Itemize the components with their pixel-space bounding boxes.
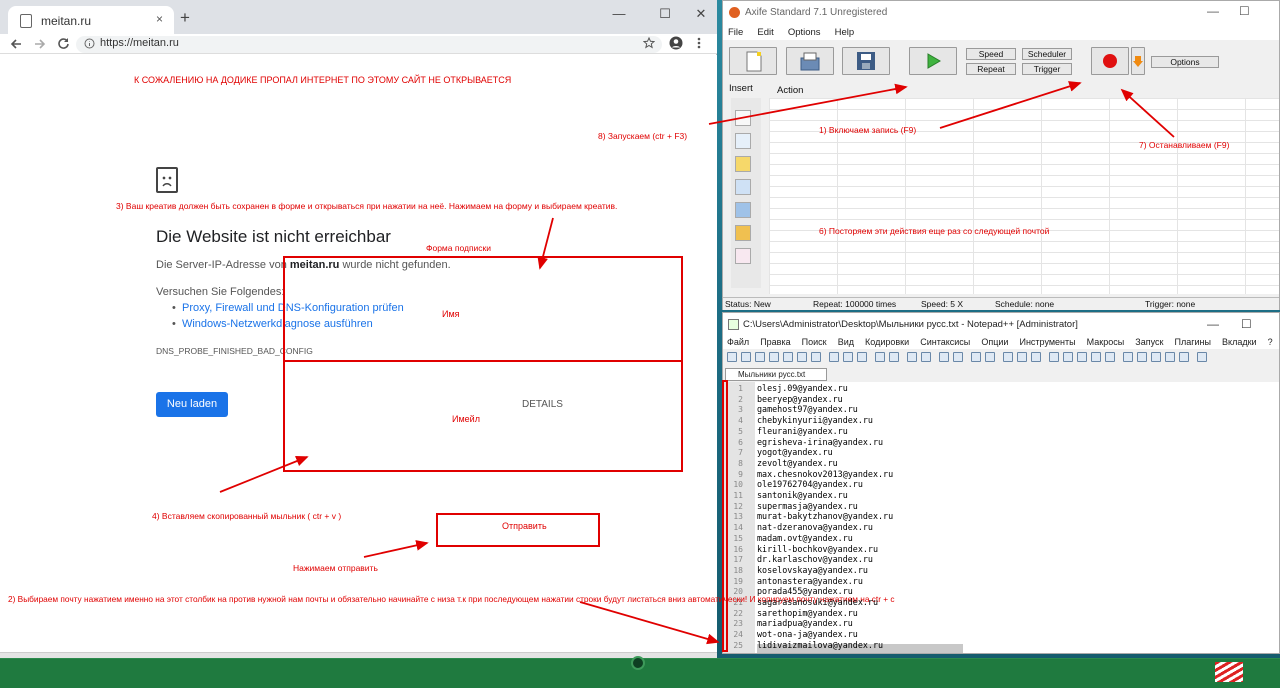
email-line[interactable]: koselovskaya@yandex.ru	[757, 565, 868, 575]
email-line[interactable]: madam.ovt@yandex.ru	[757, 533, 853, 543]
email-line[interactable]: egrisheva-irina@yandex.ru	[757, 437, 883, 447]
email-line[interactable]: nat-dzeranova@yandex.ru	[757, 522, 873, 532]
email-line[interactable]: chebykinyurii@yandex.ru	[757, 415, 873, 425]
flag-icon	[1215, 662, 1243, 682]
email-line[interactable]: porada455@yandex.ru	[757, 586, 853, 596]
arrow-step7	[1120, 88, 1175, 138]
email-line[interactable]: antonastera@yandex.ru	[757, 576, 863, 586]
email-line[interactable]: kirill-bochkov@yandex.ru	[757, 544, 878, 554]
email-line[interactable]: ole19762704@yandex.ru	[757, 479, 863, 489]
email-line[interactable]: sarethopim@yandex.ru	[757, 608, 858, 618]
email-line[interactable]: zevolt@yandex.ru	[757, 458, 838, 468]
email-line[interactable]: mariadpua@yandex.ru	[757, 618, 853, 628]
email-line[interactable]: santonik@yandex.ru	[757, 490, 848, 500]
arrow-step2	[579, 601, 720, 645]
email-line[interactable]: fleurani@yandex.ru	[757, 426, 848, 436]
email-line[interactable]: yogot@yandex.ru	[757, 447, 833, 457]
email-line[interactable]: wot-ona-ja@yandex.ru	[757, 629, 858, 639]
email-line[interactable]: dr.karlaschov@yandex.ru	[757, 554, 873, 564]
email-line[interactable]: olesj.09@yandex.ru	[757, 383, 848, 393]
email-line[interactable]: beeryep@yandex.ru	[757, 394, 843, 404]
arrow-submit	[363, 540, 429, 558]
email-line[interactable]: gamehost97@yandex.ru	[757, 404, 858, 414]
arrow-step8	[708, 83, 908, 125]
arrow-step3	[537, 217, 554, 270]
email-line[interactable]: lidivaizmailova@yandex.ru	[757, 640, 883, 650]
taskbar-dot[interactable]	[631, 656, 645, 670]
annotation-arrows	[219, 81, 1175, 645]
email-line[interactable]: supermasja@yandex.ru	[757, 501, 858, 511]
email-line[interactable]: max.chesnokov2013@yandex.ru	[757, 469, 893, 479]
email-line[interactable]: murat-bakytzhanov@yandex.ru	[757, 511, 893, 521]
arrow-step4	[219, 456, 309, 493]
email-line[interactable]: sagarasanosuki@yandex.ru	[757, 597, 878, 607]
arrow-step1	[939, 81, 1082, 129]
